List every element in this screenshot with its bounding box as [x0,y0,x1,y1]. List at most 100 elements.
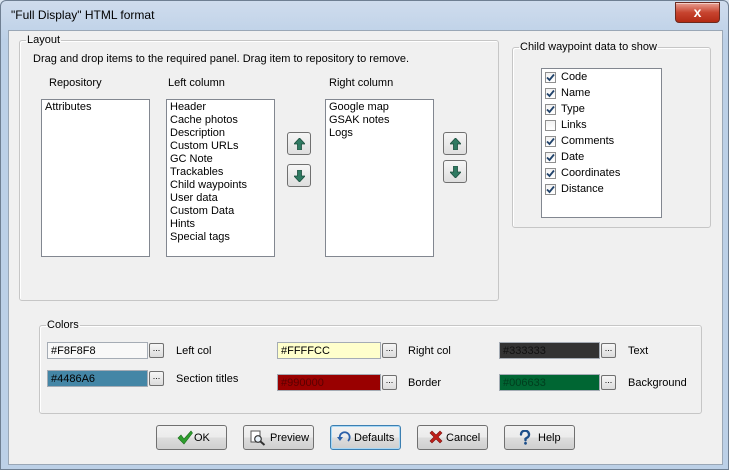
list-item[interactable]: GC Note [170,153,271,166]
checkmark-icon [177,430,193,445]
close-button[interactable]: x [675,2,720,23]
text-color-input[interactable]: #333333 [499,342,600,359]
checkmark-icon [546,185,555,194]
checkbox-label: Coordinates [561,167,621,179]
text-color-picker-button[interactable]: ... [601,343,616,358]
cancel-button-label: Cancel [446,432,481,444]
text-label: Text [628,345,649,357]
checkbox-label: Type [561,103,585,115]
border-color-picker-button[interactable]: ... [382,375,397,390]
type-checkbox[interactable] [545,104,556,115]
list-item[interactable]: Header [170,101,271,114]
checkbox-row-comments[interactable]: Comments [544,134,659,150]
list-item[interactable]: Trackables [170,166,271,179]
list-item[interactable]: User data [170,192,271,205]
child-waypoint-checklist: Code Name Type Links Comments Date Coordinates… [541,68,662,218]
preview-button-label: Preview [270,432,310,444]
arrow-down-icon [294,170,305,182]
checkmark-icon [546,73,555,82]
child-waypoint-legend: Child waypoint data to show [520,41,657,53]
left-col-color-input[interactable]: #F8F8F8 [47,342,148,359]
list-item[interactable]: Description [170,127,271,140]
window-title: "Full Display" HTML format [11,8,155,22]
background-label: Background [628,377,687,389]
checkbox-label: Code [561,71,588,83]
section-titles-color-picker-button[interactable]: ... [149,371,164,386]
checkmark-icon [546,89,555,98]
left-column-list[interactable]: Header Cache photos Description Custom U… [166,99,275,257]
checkbox-row-distance[interactable]: Distance [544,182,659,198]
list-item[interactable]: Custom Data [170,205,271,218]
right-col-color-picker-button[interactable]: ... [382,343,397,358]
checkmark-icon [546,105,555,114]
help-icon [519,430,531,445]
ok-button[interactable]: OK [156,425,227,450]
right-column-move-down-button[interactable] [443,160,467,183]
right-col-color-input[interactable]: #FFFFCC [277,342,381,359]
checkbox-row-name[interactable]: Name [544,86,659,102]
checkbox-label: Name [561,87,591,99]
cancel-x-icon [429,430,443,444]
checkmark-icon [546,153,555,162]
list-item[interactable]: Custom URLs [170,140,271,153]
list-item[interactable]: Logs [329,127,430,140]
close-icon: x [693,4,702,20]
help-button[interactable]: Help [504,425,575,450]
border-label: Border [408,377,442,389]
comments-checkbox[interactable] [545,136,556,147]
layout-instructions: Drag and drop items to the required pane… [33,53,410,65]
repository-list[interactable]: Attributes [41,99,150,257]
preview-button[interactable]: Preview [243,425,314,450]
coordinates-checkbox[interactable] [545,168,556,179]
checkbox-label: Date [561,151,585,163]
checkbox-row-type[interactable]: Type [544,102,659,118]
links-checkbox[interactable] [545,120,556,131]
right-col-label: Right col [408,345,451,357]
cancel-button[interactable]: Cancel [417,425,488,450]
list-item[interactable]: Special tags [170,231,271,244]
left-col-color-picker-button[interactable]: ... [149,343,164,358]
checkmark-icon [546,169,555,178]
left-col-label: Left col [176,345,212,357]
left-column-move-up-button[interactable] [287,132,311,155]
section-titles-color-input[interactable]: #4486A6 [47,370,148,387]
arrow-down-icon [450,166,461,178]
list-item[interactable]: Hints [170,218,271,231]
dialog-client-area: Layout Drag and drop items to the requir… [8,30,723,465]
checkbox-row-date[interactable]: Date [544,150,659,166]
background-color-picker-button[interactable]: ... [601,375,616,390]
checkbox-row-code[interactable]: Code [544,70,659,86]
refresh-icon [337,431,351,442]
ok-button-label: OK [194,432,210,444]
checkbox-row-links[interactable]: Links [544,118,659,134]
defaults-button[interactable]: Defaults [330,425,401,450]
code-checkbox[interactable] [545,72,556,83]
distance-checkbox[interactable] [545,184,556,195]
repository-label: Repository [49,77,102,89]
checkbox-row-coordinates[interactable]: Coordinates [544,166,659,182]
list-item[interactable]: Attributes [45,101,146,114]
left-column-label: Left column [168,77,225,89]
list-item[interactable]: GSAK notes [329,114,430,127]
checkmark-icon [546,137,555,146]
defaults-button-label: Defaults [354,432,395,444]
checkbox-label: Distance [561,183,604,195]
background-color-input[interactable]: #006633 [499,374,600,391]
name-checkbox[interactable] [545,88,556,99]
right-column-label: Right column [329,77,394,89]
date-checkbox[interactable] [545,152,556,163]
right-column-move-up-button[interactable] [443,132,467,155]
list-item[interactable]: Google map [329,101,430,114]
title-bar: "Full Display" HTML format x [1,1,728,29]
help-button-label: Help [538,432,561,444]
colors-group: Colors [39,320,702,414]
checkbox-label: Links [561,119,587,131]
right-column-list[interactable]: Google map GSAK notes Logs [325,99,434,257]
list-item[interactable]: Cache photos [170,114,271,127]
left-column-move-down-button[interactable] [287,164,311,187]
dialog-window: "Full Display" HTML format x Layout Drag… [0,0,729,470]
layout-legend: Layout [27,34,61,46]
list-item[interactable]: Child waypoints [170,179,271,192]
border-color-input[interactable]: #990000 [277,374,381,391]
section-titles-label: Section titles [176,373,239,385]
